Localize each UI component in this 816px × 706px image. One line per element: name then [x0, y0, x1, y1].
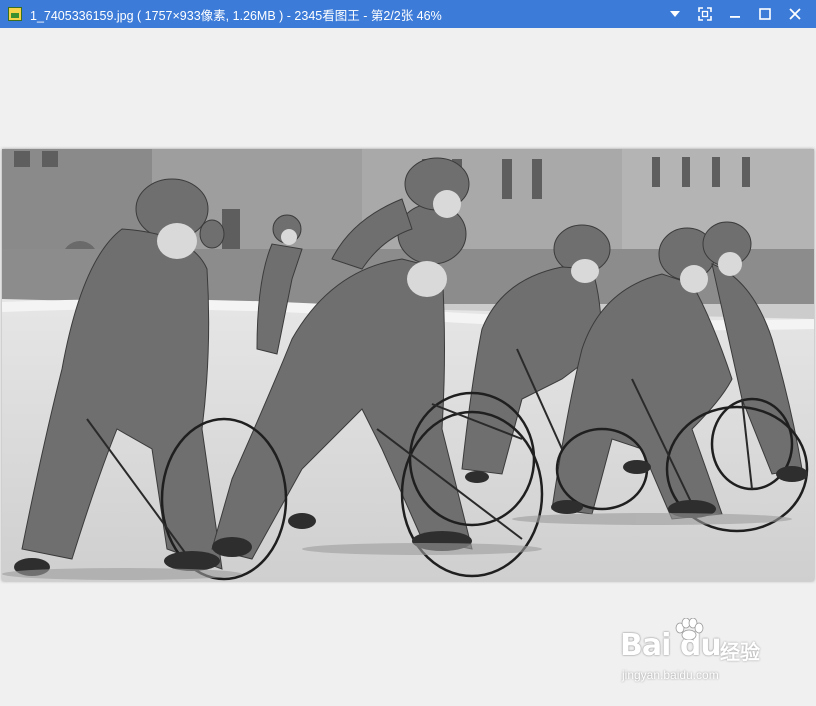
- minimize-icon: [730, 16, 740, 18]
- displayed-photo[interactable]: [2, 149, 814, 581]
- photo-children-rolling-hoops-icon: [2, 149, 814, 581]
- paw-icon: [675, 618, 704, 640]
- fullscreen-icon: [698, 7, 712, 21]
- minimize-button[interactable]: [720, 0, 750, 28]
- image-viewer-canvas[interactable]: Bai du 经验 jingyan.baidu.com: [0, 28, 816, 706]
- fullscreen-button[interactable]: [690, 0, 720, 28]
- maximize-icon: [759, 8, 771, 20]
- maximize-button[interactable]: [750, 0, 780, 28]
- close-icon: [789, 8, 801, 20]
- window-controls: [660, 0, 810, 28]
- baidu-jingyan-watermark: Bai du 经验 jingyan.baidu.com: [620, 618, 770, 686]
- close-button[interactable]: [780, 0, 810, 28]
- watermark-subtitle: 经验: [720, 642, 760, 664]
- dropdown-icon: [670, 11, 680, 17]
- watermark-logo: Bai du: [620, 628, 722, 663]
- watermark-url: jingyan.baidu.com: [622, 668, 719, 682]
- app-image-icon: [8, 7, 22, 21]
- dropdown-button[interactable]: [660, 0, 690, 28]
- window-title: 1_7405336159.jpg ( 1757×933像素, 1.26MB ) …: [30, 8, 442, 23]
- title-bar[interactable]: 1_7405336159.jpg ( 1757×933像素, 1.26MB ) …: [0, 0, 816, 28]
